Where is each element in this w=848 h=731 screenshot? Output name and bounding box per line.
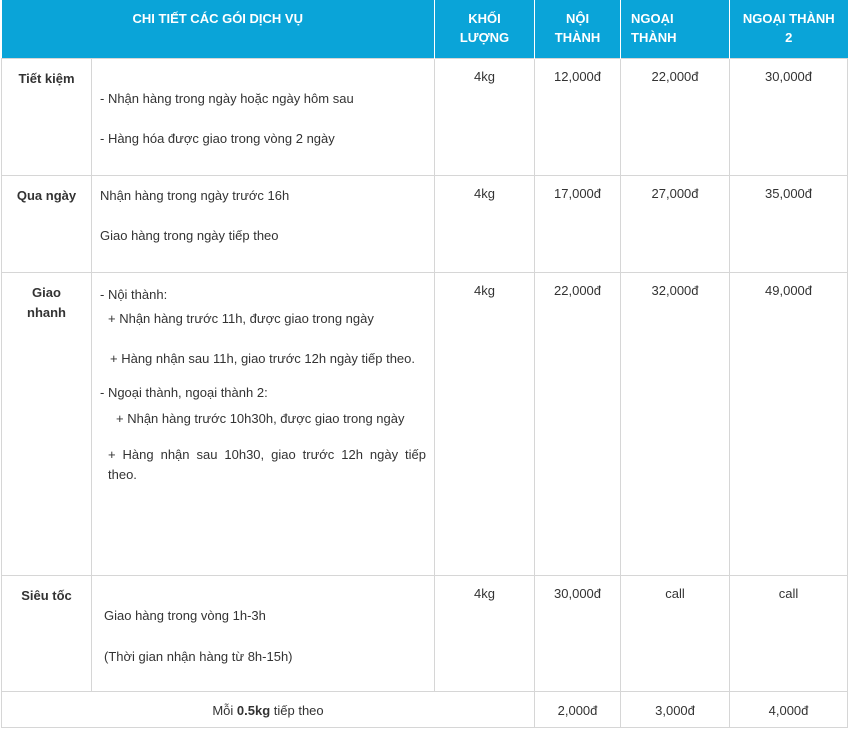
inner-price-cell: 17,000đ: [534, 175, 622, 273]
service-name: Siêu tốc: [1, 575, 92, 692]
outer2-price-cell: 49,000đ: [729, 272, 848, 576]
table-row-tiet-kiem: Tiết kiệm - Nhận hàng trong ngày hoặc ng…: [1, 58, 848, 176]
description-line: Nhận hàng trong ngày trước 16h: [100, 188, 290, 203]
description-line: - Ngoại thành, ngoại thành 2:: [100, 385, 268, 400]
description-line: + Nhận hàng trước 10h30h, được giao tron…: [116, 411, 405, 426]
inner-price-cell: 12,000đ: [534, 58, 622, 176]
weight-cell: 4kg: [434, 575, 536, 692]
description-line: Giao hàng trong ngày tiếp theo: [100, 228, 279, 243]
outer2-price-cell: call: [729, 575, 848, 692]
weight-cell: 4kg: [434, 175, 536, 273]
description-line: + Hàng nhận sau 11h, giao trước 12h ngày…: [110, 351, 416, 366]
inner-price-cell: 30,000đ: [534, 575, 622, 692]
header-details: CHI TIẾT CÁC GÓI DỊCH VỤ: [1, 0, 436, 59]
table-row-giao-nhanh: Giao nhanh - Nội thành: + Nhận hàng trước…: [1, 272, 848, 576]
weight-cell: 4kg: [434, 272, 536, 576]
table-row-qua-ngay: Qua ngày Nhận hàng trong ngày trước 16h …: [1, 175, 848, 273]
inner-price-cell: 22,000đ: [534, 272, 622, 576]
additional-weight-value: 0.5kg: [236, 703, 271, 718]
outer-price-cell: 27,000đ: [620, 175, 731, 273]
description-line: - Hàng hóa được giao trong vòng 2 ngày: [100, 131, 335, 146]
service-description: - Nhận hàng trong ngày hoặc ngày hôm sau…: [90, 58, 436, 176]
outer2-extra-price: 4,000đ: [729, 691, 848, 728]
description-line: (Thời gian nhận hàng từ 8h-15h): [104, 649, 293, 664]
service-description: Nhận hàng trong ngày trước 16h Giao hàng…: [90, 175, 436, 273]
header-inner-city: NỘI THÀNH: [534, 0, 622, 59]
additional-weight-label: Mỗi 0.5kg tiếp theo: [0, 691, 536, 728]
description-line: + Hàng nhận sau 10h30, giao trước 12h ng…: [108, 447, 427, 482]
pricing-table: CHI TIẾT CÁC GÓI DỊCH VỤ KHỐI LƯỢNG NỘI TH…: [0, 0, 848, 728]
description-line: - Nhận hàng trong ngày hoặc ngày hôm sau: [100, 91, 354, 106]
service-description: Giao hàng trong vòng 1h-3h (Thời gian nh…: [90, 575, 436, 692]
outer-price-cell: 22,000đ: [620, 58, 731, 176]
description-line: + Nhận hàng trước 11h, được giao trong n…: [108, 311, 374, 326]
service-name: Giao nhanh: [1, 272, 92, 576]
table-row-sieu-toc: Siêu tốc Giao hàng trong vòng 1h-3h (Thờ…: [1, 575, 848, 692]
service-description: - Nội thành: + Nhận hàng trước 11h, được…: [90, 272, 436, 576]
service-name: Qua ngày: [1, 175, 92, 273]
service-name: Tiết kiệm: [1, 58, 92, 176]
outer-extra-price: 3,000đ: [620, 691, 731, 728]
header-outer-city-2: NGOẠI THÀNH 2: [729, 0, 848, 59]
table-footer-row: Mỗi 0.5kg tiếp theo 2,000đ 3,000đ 4,000đ: [0, 691, 848, 728]
table-header-row: CHI TIẾT CÁC GÓI DỊCH VỤ KHỐI LƯỢNG NỘI TH…: [1, 0, 848, 59]
outer-price-cell: call: [620, 575, 731, 692]
description-line: Giao hàng trong vòng 1h-3h: [104, 608, 266, 623]
header-outer-city: NGOẠI THÀNH: [620, 0, 731, 59]
outer2-price-cell: 35,000đ: [729, 175, 848, 273]
outer-price-cell: 32,000đ: [620, 272, 731, 576]
outer2-price-cell: 30,000đ: [729, 58, 848, 176]
header-weight: KHỐI LƯỢNG: [434, 0, 536, 59]
weight-cell: 4kg: [434, 58, 536, 176]
description-line: - Nội thành:: [100, 287, 168, 302]
inner-extra-price: 2,000đ: [534, 691, 622, 728]
